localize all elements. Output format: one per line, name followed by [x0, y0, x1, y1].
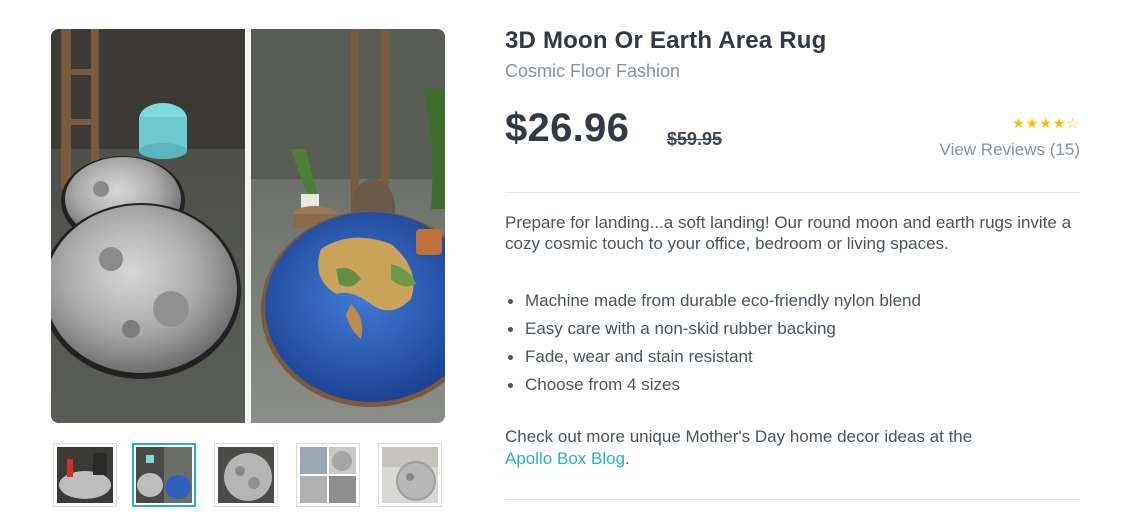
thumbnail-4[interactable]: [296, 443, 360, 507]
thumbnail-3[interactable]: [214, 443, 278, 507]
product-subtitle: Cosmic Floor Fashion: [505, 61, 681, 81]
feature-item: Machine made from durable eco-friendly n…: [505, 287, 1080, 315]
bullet-icon: [508, 327, 513, 332]
feature-item: Fade, wear and stain resistant: [505, 343, 1080, 371]
blog-note-suffix: .: [625, 449, 630, 468]
product-old-price: $59.95: [667, 129, 723, 149]
rating-filled-stars: ★★★★: [1012, 115, 1067, 131]
product-price: $26.96: [505, 106, 630, 150]
apollo-box-blog-link[interactable]: Apollo Box Blog: [505, 449, 625, 468]
divider-top: [505, 192, 1080, 193]
thumbnail-5[interactable]: [378, 443, 442, 507]
rating-empty-star-icon: ☆: [1066, 115, 1080, 131]
blog-note-text: Check out more unique Mother's Day home …: [505, 427, 973, 446]
product-description: Prepare for landing...a soft landing! Ou…: [505, 213, 1072, 253]
view-reviews-link[interactable]: View Reviews (15): [940, 140, 1080, 160]
blog-note: Check out more unique Mother's Day home …: [505, 426, 1080, 470]
bullet-icon: [508, 299, 513, 304]
feature-list: Machine made from durable eco-friendly n…: [505, 287, 1080, 399]
thumbnail-2[interactable]: [132, 443, 196, 507]
feature-item: Choose from 4 sizes: [505, 371, 1080, 399]
product-main-image[interactable]: [51, 29, 445, 423]
rating-stars[interactable]: ★★★★☆: [1012, 115, 1080, 132]
thumbnail-1[interactable]: [53, 443, 117, 507]
bullet-icon: [508, 355, 513, 360]
feature-item: Easy care with a non-skid rubber backing: [505, 315, 1080, 343]
product-title: 3D Moon Or Earth Area Rug: [505, 27, 827, 54]
bullet-icon: [508, 383, 513, 388]
divider-bottom: [505, 499, 1080, 500]
